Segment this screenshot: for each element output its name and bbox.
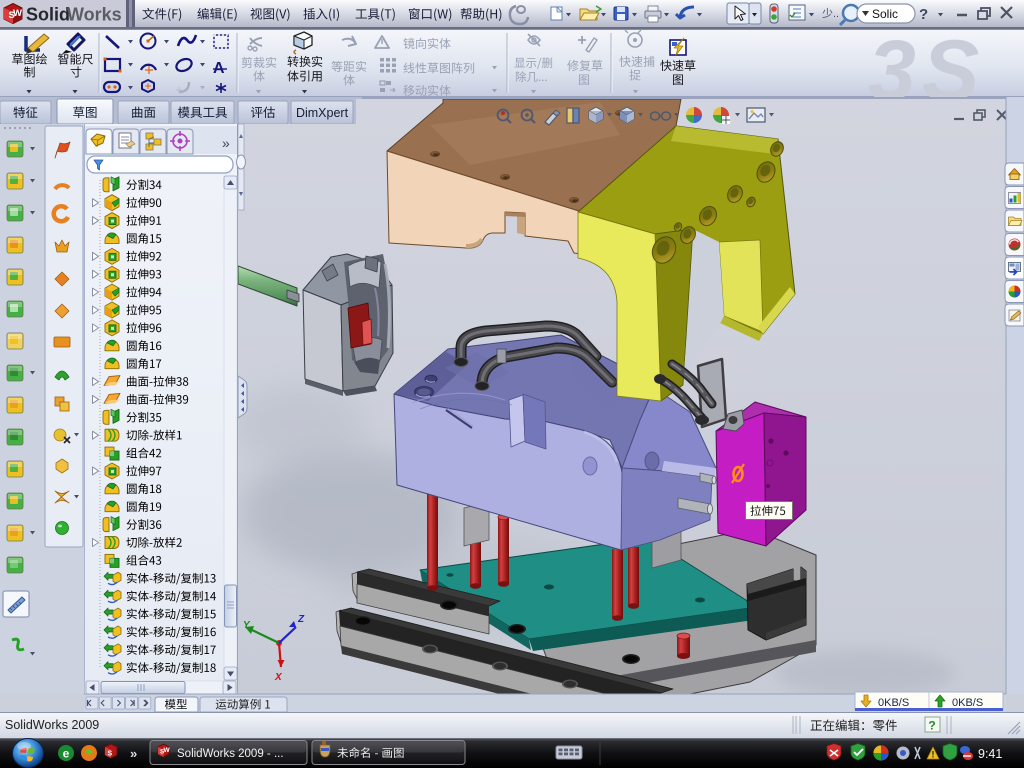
svg-text:»: » [130,746,137,761]
svg-text:»: » [222,135,230,151]
svg-text:Solid: Solid [26,5,70,25]
svg-text:S: S [108,751,113,758]
svg-text:?: ? [928,719,935,733]
svg-text:SolidWorks 2009: SolidWorks 2009 [5,718,99,732]
svg-text:X: X [274,672,283,683]
svg-text:W: W [164,747,171,754]
svg-text:!: ! [932,750,935,760]
svg-text:Z: Z [297,614,305,625]
svg-text:0KB/S: 0KB/S [878,697,909,709]
svg-text:?: ? [919,6,928,23]
svg-text:少..: 少.. [822,7,839,20]
svg-text:DimXpert: DimXpert [296,106,349,120]
svg-text:0KB/S: 0KB/S [952,697,983,709]
svg-text:Works: Works [67,5,122,25]
svg-text:SolidWorks 2009 - ...: SolidWorks 2009 - ... [177,748,284,760]
svg-text:Solic: Solic [872,7,898,21]
svg-text:9:41: 9:41 [978,747,1002,761]
svg-text:W: W [13,8,22,19]
svg-text:e: e [63,747,70,761]
